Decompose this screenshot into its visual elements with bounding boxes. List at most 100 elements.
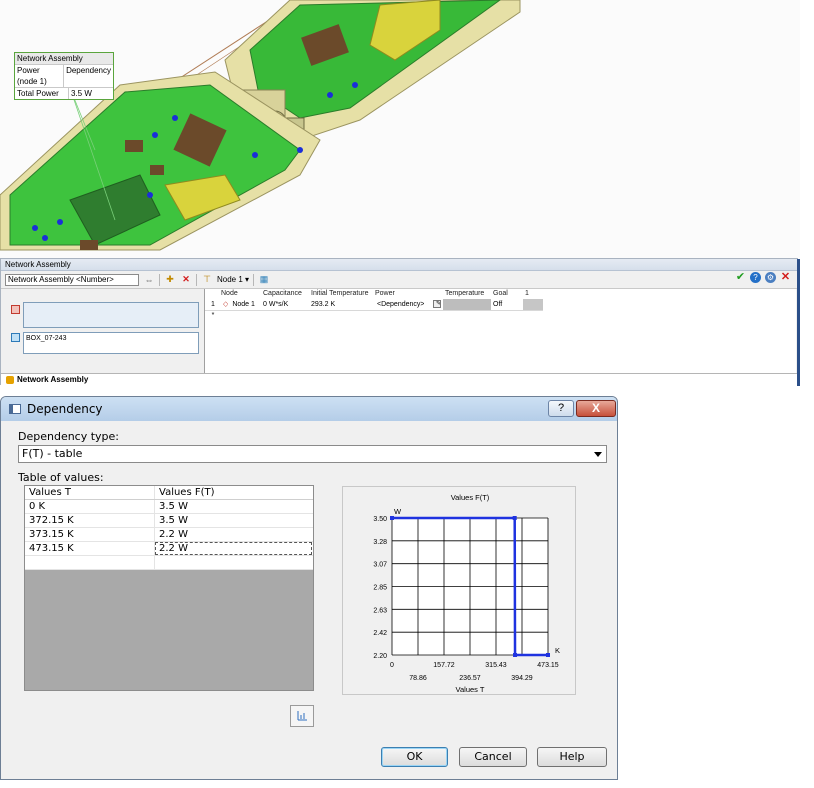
table-row[interactable]: 473.15 K 2.2 W	[25, 542, 313, 556]
y-tick-label: 2.85	[373, 585, 387, 592]
cell-t[interactable]	[25, 556, 155, 569]
new-row[interactable]: *	[205, 311, 796, 321]
cancel-button[interactable]: Cancel	[459, 747, 527, 767]
pcb-model-render	[0, 0, 521, 251]
add-node-icon[interactable]: ✚	[164, 274, 176, 286]
x-tick-label: 236.57	[459, 675, 481, 682]
table-of-values-label: Table of values:	[18, 471, 104, 484]
dialog-title: Dependency	[27, 402, 103, 416]
panel-title: Network Assembly	[1, 259, 797, 271]
node-dropdown-label: Node 1	[217, 275, 243, 284]
edit-dependency-icon[interactable]: ✎	[433, 300, 441, 308]
cell-ft[interactable]: 3.5 W	[155, 500, 312, 513]
capacitance-cell[interactable]: 0 W*s/K	[261, 299, 309, 311]
temperature-cell[interactable]	[443, 299, 491, 311]
power-cell-text: <Dependency>	[375, 299, 424, 310]
y-tick-label: 3.07	[373, 562, 387, 569]
power-callout: Network Assembly Power (node 1) Dependen…	[14, 52, 114, 100]
chart-toggle-button[interactable]	[290, 705, 314, 727]
table-row[interactable]: 0 K 3.5 W	[25, 500, 313, 514]
goal-cell[interactable]: Off	[491, 299, 523, 311]
y-tick-label: 2.63	[373, 607, 387, 614]
dependency-type-select[interactable]: F(T) - table	[18, 445, 607, 463]
dependency-type-label: Dependency type:	[18, 430, 120, 443]
panel-edge	[797, 259, 800, 386]
cell-ft[interactable]: 2.2 W	[155, 528, 312, 541]
table-icon[interactable]: ▦	[258, 274, 270, 286]
apply-check-icon[interactable]: ✔	[735, 272, 746, 283]
table-row[interactable]: 372.15 K 3.5 W	[25, 514, 313, 528]
toolbar-separator	[253, 273, 255, 286]
component-slot[interactable]	[23, 302, 199, 328]
y-tick-label: 2.42	[373, 630, 387, 637]
x-unit-label: K	[555, 646, 560, 655]
link-icon[interactable]: ⇔	[143, 274, 155, 286]
network-assembly-icon	[6, 376, 14, 384]
grid-row[interactable]: 1 ◇ Node 1 0 W*s/K 293.2 K <Dependency> ✎…	[205, 299, 796, 311]
grid-header: 1	[525, 290, 529, 297]
panel-actions: ✔ ? ⚙ ✕	[735, 272, 791, 283]
node-cell[interactable]: ◇ Node 1	[219, 299, 261, 311]
extra-cell	[523, 299, 543, 311]
delete-icon[interactable]: ✕	[180, 274, 192, 286]
x-tick-label: 157.72	[433, 662, 455, 669]
grid-header: Capacitance	[263, 290, 302, 297]
toolbar-separator	[159, 273, 160, 286]
close-icon[interactable]: ✕	[780, 272, 791, 283]
data-point	[546, 653, 550, 657]
column-header-t[interactable]: Values T	[25, 486, 155, 499]
grid-header: Initial Temperature	[311, 290, 369, 297]
y-tick-label: 2.20	[373, 653, 387, 660]
assembly-name-field[interactable]: Network Assembly <Number>	[5, 273, 139, 286]
help-icon[interactable]: ?	[750, 272, 761, 283]
cell-t[interactable]: 0 K	[25, 500, 155, 513]
box-icon	[11, 333, 20, 342]
values-table-rows: Values T Values F(T) 0 K 3.5 W 372.15 K …	[25, 486, 313, 570]
y-tick-label: 3.28	[373, 539, 387, 546]
title-help-button[interactable]: ?	[548, 400, 574, 417]
component-icon	[11, 305, 20, 314]
table-row[interactable]: 373.15 K 2.2 W	[25, 528, 313, 542]
cell-ft[interactable]	[155, 556, 312, 569]
grid-header-row: Node Capacitance Initial Temperature Pow…	[205, 289, 796, 299]
values-table[interactable]: Values T Values F(T) 0 K 3.5 W 372.15 K …	[24, 485, 314, 691]
callout-label: Power (node 1)	[15, 65, 65, 87]
table-header-row: Values T Values F(T)	[25, 486, 313, 500]
y-tick-label: 3.50	[373, 516, 387, 523]
data-point	[512, 516, 517, 520]
help-button[interactable]: Help	[537, 747, 607, 767]
component-item-box[interactable]: BOX_07-243	[23, 332, 199, 354]
table-new-row[interactable]	[25, 556, 313, 570]
cell-t[interactable]: 373.15 K	[25, 528, 155, 541]
callout-row: Total Power 3.5 W	[15, 87, 113, 99]
dialog-title-bar[interactable]: Dependency ? X	[1, 397, 617, 421]
grid-header: Node	[221, 290, 238, 297]
x-tick-label: 315.43	[485, 662, 507, 669]
x-tick-label: 78.86	[409, 675, 427, 682]
callout-value: 3.5 W	[71, 89, 92, 98]
model-viewport[interactable]: Network Assembly Power (node 1) Dependen…	[0, 0, 800, 258]
title-close-button[interactable]: X	[576, 400, 616, 417]
column-header-ft[interactable]: Values F(T)	[155, 486, 312, 499]
power-cell[interactable]: <Dependency> ✎	[373, 299, 443, 311]
node-icon: ◇	[221, 299, 228, 310]
initial-temperature-cell[interactable]: 293.2 K	[309, 299, 373, 311]
window-icon	[9, 404, 21, 414]
x-tick-label: 394.29	[511, 675, 533, 682]
node-type-icon: ⊤	[203, 274, 211, 284]
panel-toolbar: Network Assembly <Number> ⇔ ✚ ✕ ⊤ Node 1…	[1, 271, 797, 289]
new-row-marker: *	[211, 312, 215, 319]
component-list: BOX_07-243	[5, 293, 201, 373]
node-grid[interactable]: Node Capacitance Initial Temperature Pow…	[204, 289, 796, 373]
tab-network-assembly[interactable]: Network Assembly	[17, 375, 88, 384]
cell-ft[interactable]: 3.5 W	[155, 514, 312, 527]
node-dropdown[interactable]: Node 1 ▾	[217, 275, 249, 284]
options-icon[interactable]: ⚙	[765, 272, 776, 283]
cell-ft[interactable]: 2.2 W	[155, 542, 312, 555]
cell-t[interactable]: 473.15 K	[25, 542, 155, 555]
ok-button[interactable]: OK	[381, 747, 448, 767]
cell-t[interactable]: 372.15 K	[25, 514, 155, 527]
network-assembly-panel: Network Assembly Network Assembly <Numbe…	[0, 258, 800, 386]
y-unit-label: W	[394, 507, 402, 516]
dependency-type-value: F(T) - table	[22, 447, 83, 460]
